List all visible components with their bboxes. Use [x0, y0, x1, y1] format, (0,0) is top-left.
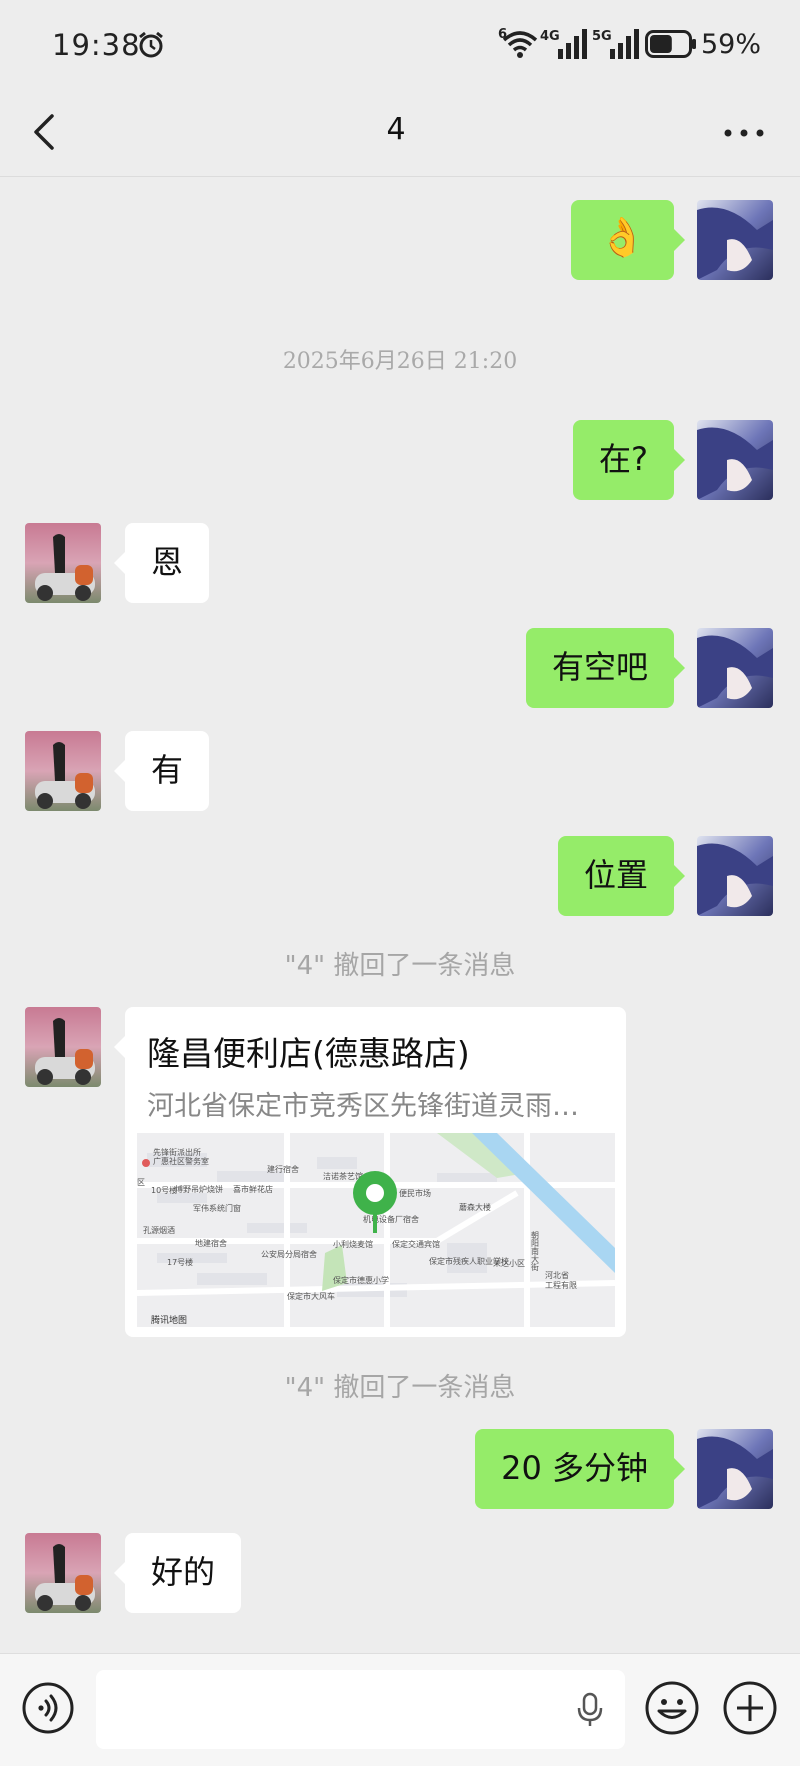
status-time: 19:38 — [52, 28, 141, 62]
svg-text:小利烧麦馆: 小利烧麦馆 — [333, 1239, 373, 1249]
contact-avatar[interactable] — [25, 1533, 101, 1613]
svg-text:4G: 4G — [540, 29, 560, 44]
svg-text:军伟系统门窗: 军伟系统门窗 — [193, 1203, 241, 1213]
svg-text:孔源烟酒: 孔源烟酒 — [143, 1226, 175, 1235]
message-bubble-received[interactable]: 好的 — [113, 1533, 242, 1613]
location-address: 河北省保定市竞秀区先锋街道灵雨… — [147, 1091, 579, 1122]
svg-text:保定市大风车: 保定市大风车 — [287, 1291, 335, 1301]
chat-title: 4 — [386, 112, 406, 147]
my-avatar[interactable] — [697, 836, 773, 916]
my-avatar[interactable] — [697, 420, 773, 500]
svg-text:建行宿舍: 建行宿舍 — [267, 1164, 299, 1174]
svg-text:河北省: 河北省 — [545, 1270, 569, 1280]
cellular-signal-icon: 4G — [540, 29, 587, 59]
message-bubble-sent[interactable]: 在? — [573, 420, 685, 500]
svg-text:17号楼: 17号楼 — [167, 1257, 193, 1267]
svg-text:5G: 5G — [592, 29, 612, 44]
svg-text:荣达小区: 荣达小区 — [493, 1258, 525, 1268]
message-bubble-sent[interactable]: 20 多分钟 — [475, 1429, 685, 1509]
svg-text:洁诺茶艺馆: 洁诺茶艺馆 — [323, 1171, 363, 1181]
status-bar: 19:38 6 4G 5G 59% — [0, 0, 800, 90]
input-bar — [0, 1653, 800, 1766]
plus-icon[interactable] — [722, 1680, 778, 1736]
battery-icon — [645, 30, 696, 58]
microphone-icon[interactable] — [575, 1692, 605, 1728]
message-bubble-sent[interactable]: 有空吧 — [525, 628, 686, 708]
contact-avatar[interactable] — [25, 523, 101, 603]
svg-text:保定市德惠小学: 保定市德惠小学 — [333, 1275, 389, 1285]
svg-text:蘑森大楼: 蘑森大楼 — [459, 1202, 491, 1212]
message-bubble-received[interactable]: 有 — [113, 731, 210, 811]
timestamp: 2025年6月26日 21:20 — [282, 349, 518, 374]
svg-text:区: 区 — [137, 1178, 145, 1187]
contact-avatar[interactable] — [25, 731, 101, 811]
voice-mode-icon[interactable] — [22, 1682, 74, 1734]
svg-text:10号楼: 10号楼 — [151, 1185, 177, 1195]
svg-text:朝阳南大街: 朝阳南大街 — [531, 1231, 540, 1272]
map-provider-logo: 腾讯地图 — [151, 1314, 187, 1326]
message-input[interactable] — [96, 1670, 625, 1749]
svg-text:公安局分局宿舍: 公安局分局宿舍 — [261, 1249, 317, 1259]
svg-text:保定交通宾馆: 保定交通宾馆 — [392, 1239, 440, 1249]
my-avatar[interactable] — [697, 200, 773, 280]
my-avatar[interactable] — [697, 628, 773, 708]
contact-avatar[interactable] — [25, 1007, 101, 1087]
alarm-icon — [139, 31, 163, 58]
more-horizontal-icon[interactable] — [722, 125, 766, 141]
svg-text:工程有限: 工程有限 — [545, 1280, 577, 1290]
battery-percent: 59% — [701, 29, 762, 60]
svg-text:便民市场: 便民市场 — [399, 1188, 431, 1198]
location-name: 隆昌便利店(德惠路店) — [147, 1034, 470, 1073]
location-map[interactable]: 先锋街派出所 广惠社区警务室 建行宿舍 洁诺茶艺馆 博野吊炉烧饼 喜市鲜花店 便… — [137, 1133, 615, 1327]
svg-text:喜市鲜花店: 喜市鲜花店 — [233, 1184, 273, 1194]
svg-text:先锋街派出所: 先锋街派出所 — [153, 1147, 201, 1157]
cellular-signal-5g-icon: 5G — [592, 29, 639, 59]
recall-notice: "4" 撤回了一条消息 — [284, 1373, 516, 1403]
svg-text:广惠社区警务室: 广惠社区警务室 — [153, 1156, 209, 1166]
message-bubble-sent[interactable]: 👌 — [570, 200, 686, 280]
message-bubble-sent[interactable]: 位置 — [557, 836, 686, 916]
recall-notice: "4" 撤回了一条消息 — [284, 951, 516, 981]
chat-header: 4 — [0, 90, 800, 177]
emoji-icon[interactable] — [644, 1680, 700, 1736]
ok-hand-emoji: 👌 — [598, 215, 646, 259]
message-bubble-received[interactable]: 恩 — [113, 523, 210, 603]
wifi-icon: 6 — [498, 27, 538, 58]
location-card[interactable]: 隆昌便利店(德惠路店) 河北省保定市竞秀区先锋街道灵雨… 先锋街派出所 广惠社区… — [114, 1007, 626, 1337]
my-avatar[interactable] — [697, 1429, 773, 1509]
svg-text:博野吊炉烧饼: 博野吊炉烧饼 — [175, 1184, 223, 1194]
svg-text:机电设备厂宿舍: 机电设备厂宿舍 — [363, 1214, 419, 1224]
svg-text:地建宿舍: 地建宿舍 — [195, 1238, 227, 1248]
